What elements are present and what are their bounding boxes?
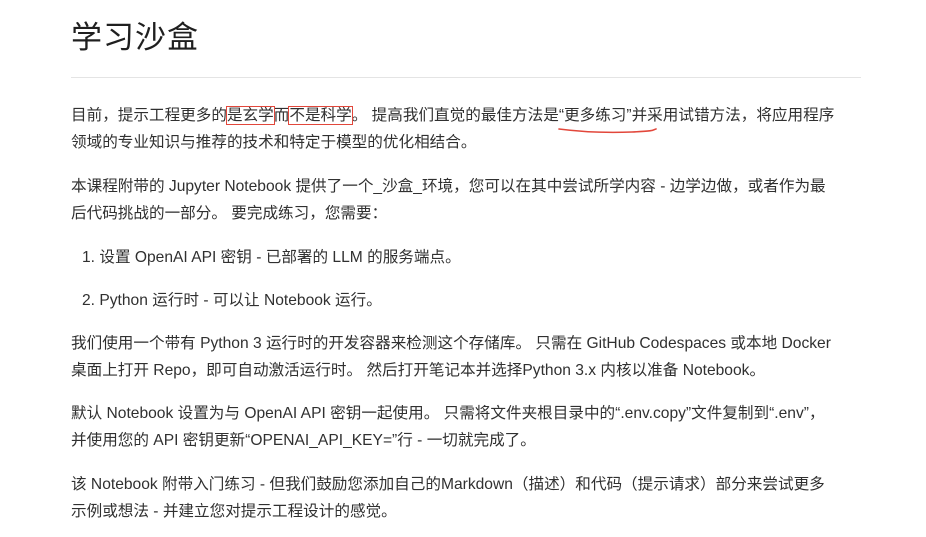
annotation-box-science: 不是科学	[288, 106, 353, 125]
paragraph-exercises: 该 Notebook 附带入门练习 - 但我们鼓励您添加自己的Markdown（…	[71, 471, 861, 525]
paragraph-intro-line-2: 领域的专业知识与推荐的技术和特定于模型的优化相结合。	[71, 134, 477, 151]
list-item: 2. Python 运行时 - 可以让 Notebook 运行。	[71, 287, 861, 314]
page-title: 学习沙盒	[71, 20, 199, 55]
list-item: 1. 设置 OpenAI API 密钥 - 已部署的 LLM 的服务端点。	[71, 244, 861, 271]
paragraph-api-key-line-2: 并使用您的 API 密钥更新“OPENAI_API_KEY=”行 - 一切就完成…	[71, 432, 536, 449]
annotation-box-mysticism: 是玄学	[225, 106, 275, 125]
intro-text-b: 而	[273, 107, 290, 124]
paragraph-exercises-line-2: 示例或想法 - 并建立您对提示工程设计的感觉。	[71, 503, 397, 520]
underlined-phrase: “更多练习”并采	[558, 107, 663, 124]
paragraph-intro: 目前，提示工程更多的是玄学而不是科学。 提高我们直觉的最佳方法是“更多练习”并采…	[71, 102, 861, 156]
paragraph-devcontainer-line-2: 桌面上打开 Repo，即可自动激活运行时。 然后打开笔记本并选择Python 3…	[71, 362, 766, 379]
intro-text-d: 用试错方法，将应用程序	[662, 107, 835, 124]
paragraph-notebook-line-2: 后代码挑战的一部分。 要完成练习，您需要：	[71, 205, 388, 222]
intro-text-c: 。 提高我们直觉的最佳方法是	[351, 107, 559, 124]
intro-text-a: 目前，提示工程更多的	[71, 107, 227, 124]
list-item-text: 设置 OpenAI API 密钥 - 已部署的 LLM 的服务端点。	[99, 249, 461, 266]
list-item-text: Python 运行时 - 可以让 Notebook 运行。	[99, 292, 382, 309]
annotation-underline-practice: “更多练习”并采	[558, 102, 663, 134]
list-item-number: 2.	[81, 292, 95, 309]
paragraph-devcontainer-line-1: 我们使用一个带有 Python 3 运行时的开发容器来检测这个存储库。 只需在 …	[71, 335, 831, 352]
paragraph-notebook: 本课程附带的 Jupyter Notebook 提供了一个_沙盒_环境，您可以在…	[71, 173, 861, 227]
title-divider	[71, 77, 861, 78]
paragraph-exercises-line-1: 该 Notebook 附带入门练习 - 但我们鼓励您添加自己的Markdown（…	[71, 476, 825, 493]
paragraph-api-key-line-1: 默认 Notebook 设置为与 OpenAI API 密钥一起使用。 只需将文…	[71, 405, 825, 422]
hand-drawn-underline	[558, 128, 657, 134]
document-page: 学习沙盒 目前，提示工程更多的是玄学而不是科学。 提高我们直觉的最佳方法是“更多…	[0, 0, 926, 537]
list-item-number: 1.	[81, 249, 95, 266]
paragraph-devcontainer: 我们使用一个带有 Python 3 运行时的开发容器来检测这个存储库。 只需在 …	[71, 330, 861, 384]
paragraph-api-key: 默认 Notebook 设置为与 OpenAI API 密钥一起使用。 只需将文…	[71, 400, 861, 454]
paragraph-intro-line-1: 目前，提示工程更多的是玄学而不是科学。 提高我们直觉的最佳方法是“更多练习”并采…	[71, 102, 861, 134]
paragraph-notebook-line-1: 本课程附带的 Jupyter Notebook 提供了一个_沙盒_环境，您可以在…	[71, 178, 826, 195]
